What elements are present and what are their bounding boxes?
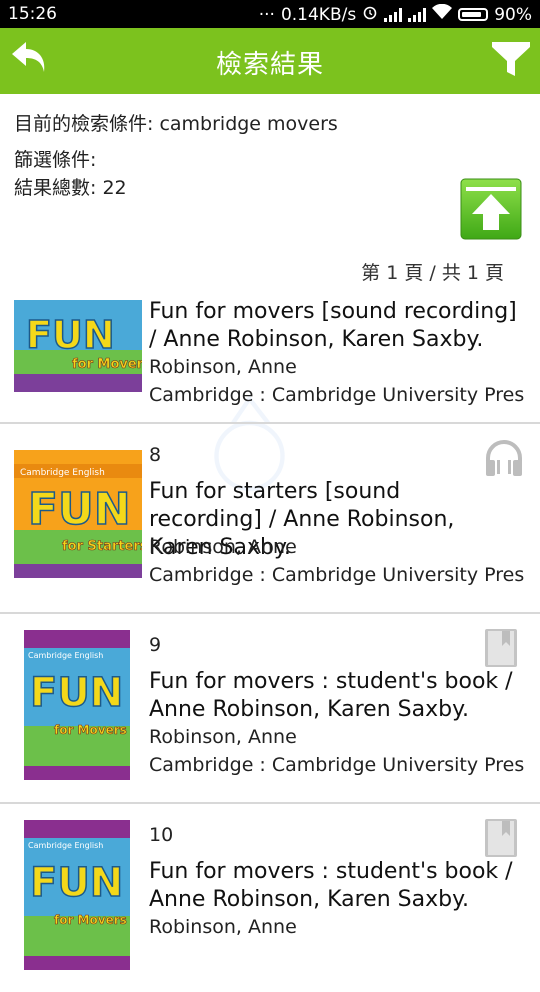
result-number: 9 xyxy=(149,634,162,656)
headphones-icon xyxy=(484,438,524,478)
result-item[interactable]: Cambridge English FUN for Movers 9 Fun f… xyxy=(0,612,540,802)
svg-text:Cambridge English: Cambridge English xyxy=(28,841,103,850)
svg-text:FUN: FUN xyxy=(28,484,131,535)
result-publisher: Cambridge : Cambridge University Press, xyxy=(149,754,525,776)
search-info: 目前的檢索條件: cambridge movers 篩選條件: 結果總數: 22 xyxy=(14,110,338,202)
svg-text:FUN: FUN xyxy=(30,670,123,716)
network-speed: 0.14KB/s xyxy=(280,4,357,25)
page-title: 檢索結果 xyxy=(215,50,324,80)
result-publisher: Cambridge : Cambridge University Press, xyxy=(149,384,525,406)
wifi-icon xyxy=(432,3,453,25)
svg-text:for Movers: for Movers xyxy=(54,913,127,927)
result-title[interactable]: Fun for movers [sound recording] / Anne … xyxy=(149,298,519,354)
app-bar: 檢索結果 xyxy=(0,28,540,94)
search-query: 目前的檢索條件: cambridge movers xyxy=(14,113,338,135)
filter-conditions: 篩選條件: xyxy=(14,149,97,171)
result-item[interactable]: Cambridge English FUN for Starters 8 Fun… xyxy=(0,422,540,612)
result-number: 8 xyxy=(149,444,162,466)
dots-icon: ··· xyxy=(258,4,275,25)
result-number: 10 xyxy=(149,824,174,846)
result-author: Robinson, Anne xyxy=(149,536,297,558)
book-icon xyxy=(484,818,524,858)
svg-text:for Movers: for Movers xyxy=(54,723,127,737)
result-author: Robinson, Anne xyxy=(149,916,297,938)
status-time: 15:26 xyxy=(8,4,57,24)
result-publisher: Cambridge : Cambridge University Press, xyxy=(149,564,525,586)
result-total: 結果總數: 22 xyxy=(14,177,127,199)
svg-text:FUN: FUN xyxy=(30,860,123,906)
cover-thumbnail[interactable]: Cambridge English FUN for Movers xyxy=(24,630,130,780)
svg-text:Cambridge English: Cambridge English xyxy=(20,468,105,478)
result-title[interactable]: Fun for movers : student's book / Anne R… xyxy=(149,668,519,724)
filter-funnel-icon xyxy=(492,42,530,76)
book-icon xyxy=(484,628,524,668)
result-item[interactable]: FUN for Movers Fun for movers [sound rec… xyxy=(0,290,540,422)
alarm-icon xyxy=(362,4,378,25)
arrow-up-icon xyxy=(460,178,522,240)
status-bar: 15:26 ··· 0.14KB/s 90% xyxy=(0,0,540,28)
svg-text:for Movers: for Movers xyxy=(72,357,142,372)
result-title[interactable]: Fun for movers : student's book / Anne R… xyxy=(149,858,519,914)
svg-text:Cambridge English: Cambridge English xyxy=(28,651,103,660)
battery-icon xyxy=(458,8,489,21)
svg-text:for Starters: for Starters xyxy=(62,539,142,554)
cover-thumbnail[interactable]: Cambridge English FUN for Movers xyxy=(24,820,130,970)
pagination-label: 第 1 頁 / 共 1 頁 xyxy=(361,262,504,284)
filter-button[interactable] xyxy=(488,36,534,82)
svg-text:FUN: FUN xyxy=(26,313,115,357)
cover-thumbnail[interactable]: Cambridge English FUN for Starters xyxy=(14,450,148,578)
battery-percent: 90% xyxy=(494,4,532,25)
result-item[interactable]: Cambridge English FUN for Movers 10 Fun … xyxy=(0,802,540,992)
results-list: FUN for Movers Fun for movers [sound rec… xyxy=(0,290,540,992)
signal-2-icon xyxy=(408,7,427,22)
signal-icon xyxy=(384,7,403,22)
scroll-to-top-button[interactable] xyxy=(460,178,522,240)
status-right: ··· 0.14KB/s 90% xyxy=(258,3,532,25)
result-author: Robinson, Anne xyxy=(149,726,297,748)
cover-thumbnail[interactable]: FUN for Movers xyxy=(14,300,151,392)
result-author: Robinson, Anne xyxy=(149,356,297,378)
